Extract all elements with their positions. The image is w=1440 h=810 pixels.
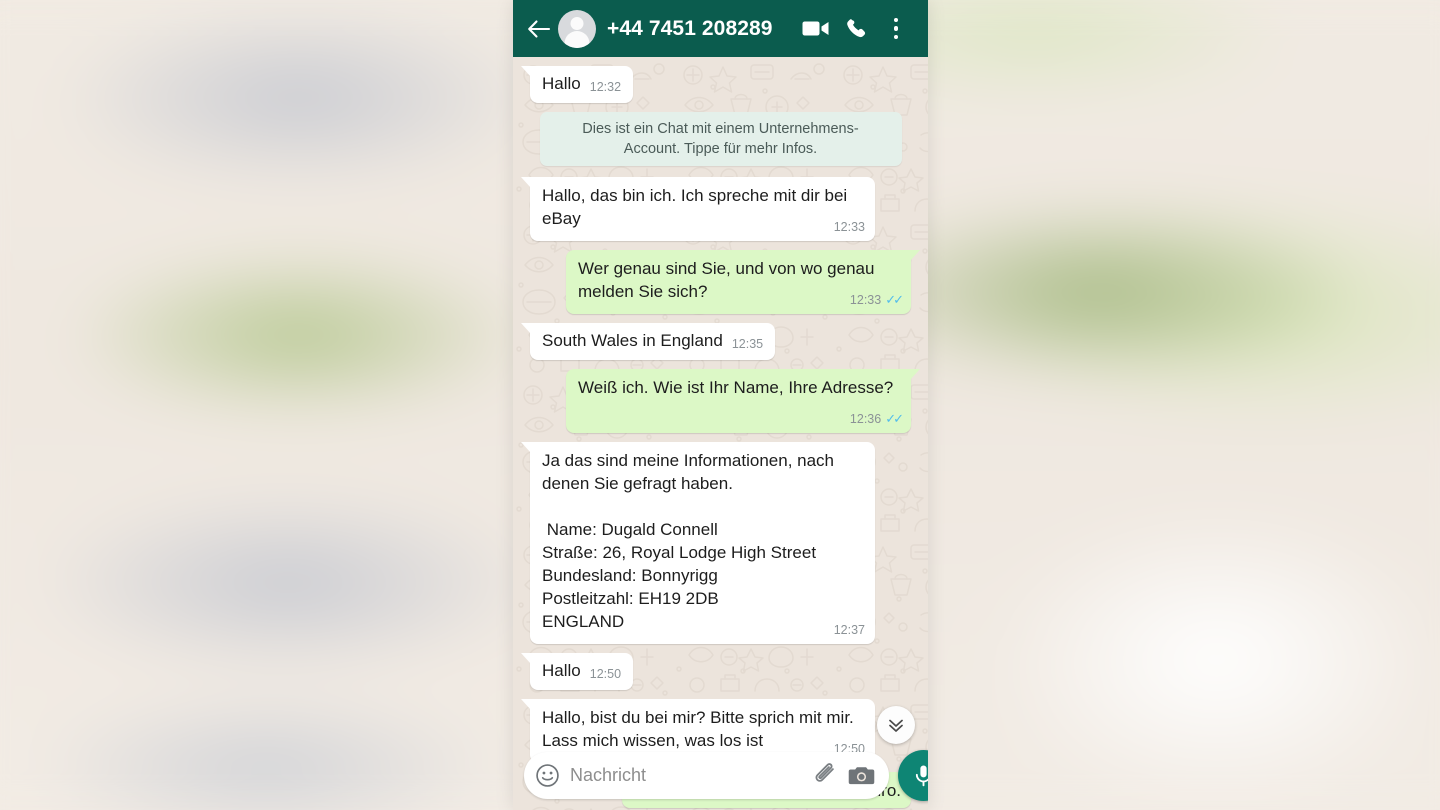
- message-list[interactable]: Hallo 12:32 Dies ist ein Chat mit einem Un…: [513, 57, 928, 810]
- message-input-pill[interactable]: [524, 751, 889, 799]
- camera-icon[interactable]: [848, 764, 875, 787]
- message-timestamp: 12:50: [589, 667, 622, 681]
- message-text: Hallo, das bin ich. Ich spreche mit dir …: [542, 186, 852, 228]
- message-bubble[interactable]: South Wales in England 12:35: [520, 323, 776, 360]
- incoming-message-row: Hallo, das bin ich. Ich spreche mit dir …: [521, 177, 920, 241]
- message-meta: 12:36 ✓✓: [849, 408, 904, 431]
- message-timestamp: 12:35: [731, 337, 764, 351]
- whatsapp-chat-screen: +44 7451 208289 Hallo 12:32 Dies ist ein…: [513, 0, 928, 810]
- messages-container: Hallo 12:32 Dies ist ein Chat mit einem Un…: [520, 66, 921, 808]
- chat-header: +44 7451 208289: [513, 0, 928, 57]
- message-meta: 12:35: [732, 333, 763, 356]
- message-meta: 12:50: [590, 663, 621, 686]
- paperclip-icon[interactable]: [812, 762, 838, 788]
- voice-call-icon[interactable]: [836, 7, 876, 51]
- message-timestamp: 12:33: [849, 293, 882, 307]
- message-bubble[interactable]: Weiß ich. Wie ist Ihr Name, Ihre Adresse…: [566, 369, 920, 433]
- message-text: Wer genau sind Sie, und von wo genau mel…: [578, 259, 880, 301]
- message-bubble[interactable]: Hallo, das bin ich. Ich spreche mit dir …: [521, 177, 875, 241]
- message-input[interactable]: [570, 764, 802, 786]
- read-receipt-icon: ✓✓: [885, 411, 904, 426]
- message-text: Hallo: [542, 74, 581, 93]
- overflow-menu-icon[interactable]: [876, 7, 916, 51]
- chevron-double-down-icon: [889, 719, 903, 732]
- message-timestamp: 12:33: [833, 220, 865, 234]
- message-timestamp: 12:32: [589, 80, 622, 94]
- message-meta: 12:33 ✓✓: [849, 289, 904, 312]
- microphone-icon: [915, 765, 928, 786]
- video-call-icon[interactable]: [796, 7, 836, 51]
- screenshot-stage: +44 7451 208289 Hallo 12:32 Dies ist ein…: [0, 0, 1440, 810]
- message-composer: [513, 748, 928, 810]
- contact-avatar-icon[interactable]: [558, 9, 596, 48]
- incoming-message-row: Ja das sind meine Informationen, nach de…: [521, 442, 920, 644]
- message-text: South Wales in England: [542, 331, 723, 350]
- message-text: Hallo, bist du bei mir? Bitte sprich mit…: [542, 708, 859, 750]
- message-timestamp: 12:37: [833, 623, 865, 637]
- message-meta: 12:37: [834, 619, 865, 642]
- incoming-message-row: Hallo 12:50: [520, 653, 920, 690]
- message-timestamp: 12:36: [849, 412, 882, 426]
- back-arrow-icon[interactable]: [526, 16, 552, 42]
- incoming-message-row: South Wales in England 12:35: [520, 323, 920, 360]
- outgoing-message-row: Weiß ich. Wie ist Ihr Name, Ihre Adresse…: [521, 369, 920, 433]
- system-notice-row: Dies ist ein Chat mit einem Unternehmens…: [521, 112, 920, 166]
- message-meta: 12:32: [590, 76, 621, 99]
- message-bubble[interactable]: Wer genau sind Sie, und von wo genau mel…: [566, 250, 920, 314]
- message-meta: 12:33: [834, 216, 865, 239]
- message-bubble[interactable]: Ja das sind meine Informationen, nach de…: [521, 442, 875, 644]
- message-bubble[interactable]: Hallo 12:50: [520, 653, 634, 690]
- message-text: Hallo: [542, 661, 581, 680]
- read-receipt-icon: ✓✓: [885, 292, 904, 307]
- header-actions: [796, 7, 916, 51]
- business-account-notice[interactable]: Dies ist ein Chat mit einem Unternehmens…: [539, 112, 902, 166]
- message-bubble[interactable]: Hallo 12:32: [520, 66, 634, 103]
- incoming-message-row: Hallo 12:32: [520, 66, 920, 103]
- message-text: Ja das sind meine Informationen, nach de…: [542, 451, 835, 631]
- emoji-smiley-icon[interactable]: [535, 763, 560, 788]
- scroll-to-bottom-button[interactable]: [877, 706, 915, 744]
- message-text: Weiß ich. Wie ist Ihr Name, Ihre Adresse…: [578, 378, 894, 397]
- outgoing-message-row: Wer genau sind Sie, und von wo genau mel…: [521, 250, 920, 314]
- voice-record-button[interactable]: [898, 749, 928, 801]
- contact-phone-number[interactable]: +44 7451 208289: [607, 17, 796, 41]
